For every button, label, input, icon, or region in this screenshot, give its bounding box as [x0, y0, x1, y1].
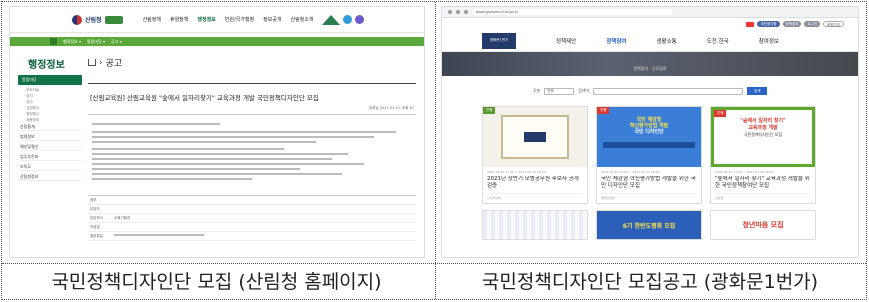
menu-icon[interactable]	[354, 15, 364, 24]
post-title: [산림교육원] 산림교육원 "숲에서 일자리찾기" 교육과정 개발 국민정책디자…	[90, 94, 319, 102]
forest-service-logo[interactable]: 산림청	[72, 14, 123, 25]
sidebar-subitem[interactable]: · 행정예고	[24, 112, 82, 116]
card[interactable]: 진행 "숲에서 일자리 찾기" 교육과정 개발 국민정책디자인단 모집 2021…	[710, 106, 816, 204]
address-bar[interactable]: gwanghwamun1st.go.kr	[472, 9, 672, 15]
certificate-image	[501, 115, 569, 159]
sidebar: 행정정보 알림마당 · 보도자료 · 공지 · 공고 · 입법예고 · 행정예고…	[10, 46, 82, 241]
gnb-item-active[interactable]: 정책참여	[606, 37, 626, 45]
gnb-item[interactable]: 도전.한국	[707, 37, 729, 45]
sidebar-item-active[interactable]: 알림마당	[18, 75, 82, 85]
browser-bar: gwanghwamun1st.go.kr	[442, 7, 858, 18]
brand-mark-icon	[104, 15, 123, 24]
card-grid-row2: 6기 한반도평화 모집 청년마음 모집	[442, 204, 858, 240]
sidebar-item[interactable]: 조직도	[20, 164, 82, 171]
nav-item[interactable]: 산림정책	[143, 16, 161, 23]
main-nav: 산림정책 휴양정책 행정정보 민원/국가행정 정보공개 산림청소개	[143, 16, 314, 23]
sidebar-item[interactable]: 업무추진비	[20, 154, 82, 161]
post-meta-table: 첨부 담당자 담당부서 교육기획과 작성일 첨부파일	[88, 195, 416, 241]
category-select[interactable]: 전체	[544, 87, 575, 95]
util-pill[interactable]: 국민생각함	[757, 21, 780, 27]
card[interactable]: 청년마음 모집	[710, 210, 816, 240]
sidebar-subitem[interactable]: · 공지	[24, 94, 82, 98]
sidebar-title: 행정정보	[28, 60, 65, 71]
card[interactable]: 진행 2021-03-10 17:00 ~ 2021-03-19 18:00 2…	[482, 106, 588, 204]
card[interactable]	[482, 210, 588, 240]
sidebar-subitem[interactable]: · 보도자료	[24, 88, 82, 92]
page-heading: › 공고	[88, 56, 416, 69]
signup-button[interactable]: 회원가입	[823, 21, 844, 27]
card-title: 국민 체감형 혁신평가방법 개발을 위한 국민 디자인단 모집	[601, 176, 696, 189]
forest-service-screenshot: 산림청 산림정책 휴양정책 행정정보 민원/국가행정 정보공개 산림청소개 행정…	[9, 6, 425, 258]
card-title: "숲에서 일자리 찾기" 교육과정 개발을 위한 국민정책참여단 모집	[715, 176, 810, 189]
nav-item[interactable]: 민원/국가행정	[225, 16, 254, 23]
login-button[interactable]: 로그인	[804, 21, 821, 27]
column-divider	[435, 2, 436, 299]
hero-banner: 정책참여 · 공모참여	[442, 52, 858, 76]
site-header: 산림청 산림정책 휴양정책 행정정보 민원/국가행정 정보공개 산림청소개	[10, 7, 424, 33]
home-icon	[88, 59, 96, 66]
post-body	[88, 115, 416, 191]
gwanghwamun-screenshot: gwanghwamun1st.go.kr 국민생각함 정책참여 로그인 회원가입…	[441, 6, 859, 258]
post-view: › 공고 [산림교육원] 산림교육원 "숲에서 일자리찾기" 교육과정 개발 국…	[82, 46, 424, 241]
home-icon[interactable]	[50, 38, 57, 45]
nav-item-active[interactable]: 행정정보	[197, 16, 215, 23]
gnb-item[interactable]: 참여정보	[759, 37, 779, 45]
search-icon[interactable]	[342, 15, 352, 24]
forward-icon[interactable]	[456, 10, 460, 14]
card-title: 2021년 상반기 모범공무원 후보자 공개검증	[487, 176, 579, 189]
global-nav: 광화문1번가 정책제안 정책참여 생활소통 도전.한국 참여정보	[442, 30, 858, 52]
search-button[interactable]: 검색	[747, 87, 768, 95]
gnb-item[interactable]: 정책제안	[556, 37, 576, 45]
sidebar-item[interactable]: 산림통계	[20, 124, 82, 131]
location-dropdown[interactable]: 행정정보 ▾	[63, 39, 81, 45]
sidebar-item[interactable]: 예산및결산	[20, 144, 82, 151]
back-icon[interactable]	[448, 10, 452, 14]
gwanghwamun-logo[interactable]: 광화문1번가	[482, 32, 516, 49]
search-bar: 구분 전체 검색어 검색	[442, 76, 858, 106]
utility-bar: 국민생각함 정책참여 로그인 회원가입	[442, 18, 858, 30]
sidebar-subitem[interactable]: · 채용정보	[24, 118, 82, 122]
search-input[interactable]	[593, 87, 744, 95]
util-pill[interactable]: 정책참여	[782, 21, 802, 27]
card[interactable]: 진행 국민 체감형 혁신평가방법 개발 국민 디자인단 2021-03-10 1…	[596, 106, 702, 204]
nav-item[interactable]: 산림청소개	[290, 16, 313, 23]
location-dropdown[interactable]: 공고 ▾	[111, 39, 122, 45]
card-grid: 진행 2021-03-10 17:00 ~ 2021-03-19 18:00 2…	[442, 106, 858, 204]
post-date: 등록일 2021.03.10. 조회 87	[368, 106, 414, 110]
mountain-logo-icon	[321, 14, 340, 25]
sidebar-item[interactable]: 산림청정보	[20, 174, 82, 181]
attachment-link[interactable]	[114, 233, 416, 239]
youtube-icon[interactable]	[746, 21, 755, 27]
caption-left: 국민정책디자인단 모집 (산림청 홈페이지)	[51, 271, 382, 293]
caption-right: 국민정책디자인단 모집공고 (광화문1번가)	[481, 271, 819, 293]
location-dropdown[interactable]: 알림마당 ▾	[87, 39, 105, 45]
card[interactable]: 6기 한반도평화 모집	[596, 210, 702, 240]
reload-icon[interactable]	[464, 10, 468, 14]
government-emblem-icon	[72, 14, 82, 25]
location-bar: 행정정보 ▾ 알림마당 ▾ 공고 ▾	[10, 37, 424, 46]
sidebar-subitem[interactable]: · 공고	[24, 100, 82, 104]
nav-item[interactable]: 휴양정책	[170, 16, 188, 23]
gnb-item[interactable]: 생활소통	[657, 37, 677, 45]
sidebar-item[interactable]: 법령정보	[20, 134, 82, 141]
nav-item[interactable]: 정보공개	[263, 16, 281, 23]
sidebar-subitem[interactable]: · 입법예고	[24, 106, 82, 110]
